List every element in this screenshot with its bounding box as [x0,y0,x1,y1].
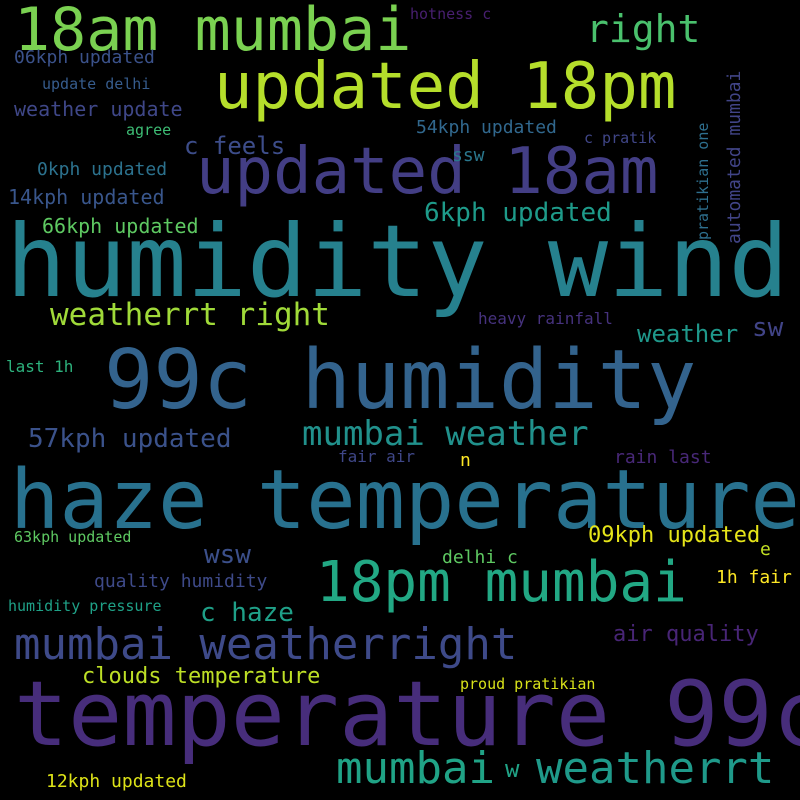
cloud-word: humidity pressure [8,597,162,615]
cloud-word: w [505,755,520,783]
cloud-word: right [586,7,701,51]
cloud-word: agree [126,121,172,139]
word-cloud: humidity wind temperature 99c haze tempera… [0,0,800,800]
cloud-word: 06kph updated [14,47,155,68]
cloud-word: weatherrt [536,743,775,794]
cloud-word: 1h fair [716,567,792,588]
cloud-word: quality humidity [94,571,268,592]
cloud-word: sw [752,313,784,343]
cloud-word: 6kph updated [424,198,612,228]
cloud-word: c haze [200,598,294,628]
cloud-word: proud pratikian [460,675,596,693]
cloud-word: 14kph updated [8,185,165,209]
cloud-word: 54kph updated [416,117,557,138]
cloud-word: 63kph updated [14,528,132,546]
cloud-word: hotness c [410,5,492,23]
cloud-word: mumbai weather [302,414,589,454]
cloud-word: weather [637,320,739,348]
cloud-word: weatherrt right [50,297,330,333]
cloud-word: mumbai [336,743,495,794]
cloud-word: 99c humidity [104,333,697,428]
cloud-word: rain last [614,447,712,468]
cloud-word: 57kph updated [28,424,232,454]
cloud-word: e [760,539,771,560]
cloud-word: clouds temperature [82,664,321,689]
cloud-word: delhi c [442,547,518,568]
cloud-word: c pratik [584,129,657,147]
cloud-word: update delhi [42,75,151,93]
cloud-word: weather update [14,97,183,121]
cloud-word: n [460,450,471,471]
cloud-word: 12kph updated [46,771,187,792]
cloud-word: pratikian one [694,122,712,240]
cloud-word: heavy rainfall [478,309,613,328]
cloud-word: ssw [452,145,485,166]
cloud-word: c feels [184,132,286,160]
cloud-word: 0kph updated [37,159,168,180]
cloud-word: 09kph updated [588,523,761,548]
cloud-word: air quality [613,622,759,647]
cloud-word: fair air [338,447,416,466]
cloud-word: wsw [204,540,251,570]
cloud-word: 66kph updated [42,214,199,238]
cloud-word: mumbai weatherright [14,619,518,670]
cloud-word: automated mumbai [724,70,745,244]
cloud-word: last 1h [6,357,74,376]
